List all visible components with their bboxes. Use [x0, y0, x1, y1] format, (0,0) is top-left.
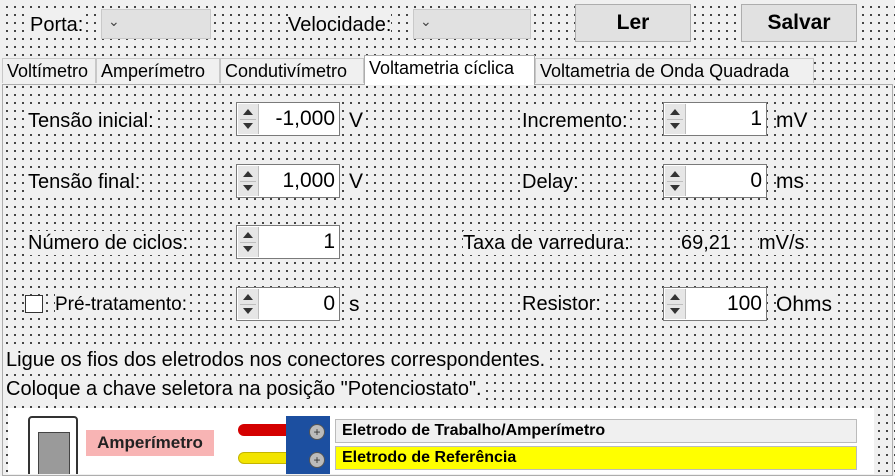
resistor-unit: Ohms [776, 293, 833, 317]
delay-label: Delay: [522, 170, 579, 194]
tab-amperimetro[interactable]: Amperímetro [96, 58, 220, 83]
arrow-down-icon [670, 185, 680, 191]
amperimetro-tag: Amperímetro [86, 430, 214, 456]
ler-button[interactable]: Ler [575, 4, 691, 42]
numero-ciclos-input[interactable]: 1 [236, 225, 340, 259]
arrow-down-icon [243, 246, 253, 252]
pre-tratamento-unit: s [349, 293, 360, 317]
arrow-up-icon [243, 294, 253, 300]
spin-buttons[interactable] [238, 104, 259, 134]
tensao-final-unit: V [349, 170, 364, 194]
arrow-down-icon [243, 185, 253, 191]
resistor-value: 100 [726, 292, 762, 315]
resistor-input[interactable]: 100 [663, 287, 767, 321]
spin-buttons[interactable] [238, 289, 259, 319]
arrow-up-icon [670, 294, 680, 300]
pre-tratamento-label: Pré-tratamento: [55, 294, 187, 316]
spin-buttons[interactable] [238, 227, 259, 257]
porta-select[interactable]: ⌄ [101, 9, 211, 39]
screw-icon: + [309, 424, 325, 440]
arrow-down-icon [243, 308, 253, 314]
delay-unit: ms [776, 170, 804, 194]
tensao-inicial-unit: V [349, 109, 364, 133]
numero-ciclos-value: 1 [323, 230, 335, 253]
spin-buttons[interactable] [665, 289, 686, 319]
tensao-inicial-label: Tensão inicial: [28, 109, 154, 133]
eletrodo-referencia-label: Eletrodo de Referência [335, 446, 857, 470]
connector-block: + + [286, 416, 330, 474]
delay-value: 0 [750, 169, 762, 192]
taxa-varredura-unit: mV/s [759, 231, 805, 255]
pre-tratamento-input[interactable]: 0 [236, 287, 340, 321]
instruction-line-1: Ligue os fios dos eletrodos nos conector… [6, 348, 546, 373]
taxa-varredura-label: Taxa de varredura: [463, 231, 630, 255]
wiring-diagram: Amperímetro + + Eletrodo de Trabalho/Amp… [8, 408, 874, 474]
numero-ciclos-label: Número de ciclos: [28, 231, 189, 255]
resistor-label: Resistor: [522, 292, 601, 316]
velocidade-label: Velocidade: [288, 13, 392, 37]
eletrodo-trabalho-label: Eletrodo de Trabalho/Amperímetro [335, 419, 857, 443]
taxa-varredura-value: 69,21 [681, 231, 732, 255]
arrow-up-icon [243, 109, 253, 115]
tensao-final-input[interactable]: 1,000 [236, 164, 340, 198]
tensao-inicial-input[interactable]: -1,000 [236, 102, 340, 136]
tensao-final-label: Tensão final: [28, 170, 141, 194]
spin-buttons[interactable] [665, 104, 686, 134]
arrow-up-icon [670, 109, 680, 115]
incremento-label: Incremento: [522, 109, 628, 133]
tensao-inicial-value: -1,000 [275, 107, 335, 130]
delay-input[interactable]: 0 [663, 164, 767, 198]
tab-condutivimetro[interactable]: Condutivímetro [220, 58, 364, 83]
device-switch [28, 416, 78, 474]
salvar-button[interactable]: Salvar [741, 4, 857, 42]
arrow-down-icon [243, 123, 253, 129]
spin-buttons[interactable] [238, 166, 259, 196]
arrow-down-icon [670, 308, 680, 314]
instruction-line-2: Coloque a chave seletora na posição "Pot… [6, 377, 482, 402]
spin-buttons[interactable] [665, 166, 686, 196]
incremento-unit: mV [776, 109, 808, 133]
pre-tratamento-checkbox[interactable] [25, 295, 43, 313]
chevron-down-icon: ⌄ [420, 13, 432, 29]
screw-icon: + [309, 452, 325, 468]
arrow-down-icon [670, 123, 680, 129]
velocidade-select[interactable]: ⌄ [413, 9, 531, 39]
tab-voltimetro[interactable]: Voltímetro [2, 58, 96, 83]
incremento-input[interactable]: 1 [663, 102, 767, 136]
incremento-value: 1 [750, 107, 762, 130]
chevron-down-icon: ⌄ [108, 13, 120, 29]
tensao-final-value: 1,000 [282, 169, 335, 192]
tab-voltametria-ciclica[interactable]: Voltametria cíclica [364, 55, 535, 85]
arrow-up-icon [670, 171, 680, 177]
arrow-up-icon [243, 171, 253, 177]
tab-voltametria-onda-quadrada[interactable]: Voltametria de Onda Quadrada [535, 58, 814, 83]
pre-tratamento-value: 0 [323, 292, 335, 315]
arrow-up-icon [243, 232, 253, 238]
porta-label: Porta: [30, 13, 84, 37]
